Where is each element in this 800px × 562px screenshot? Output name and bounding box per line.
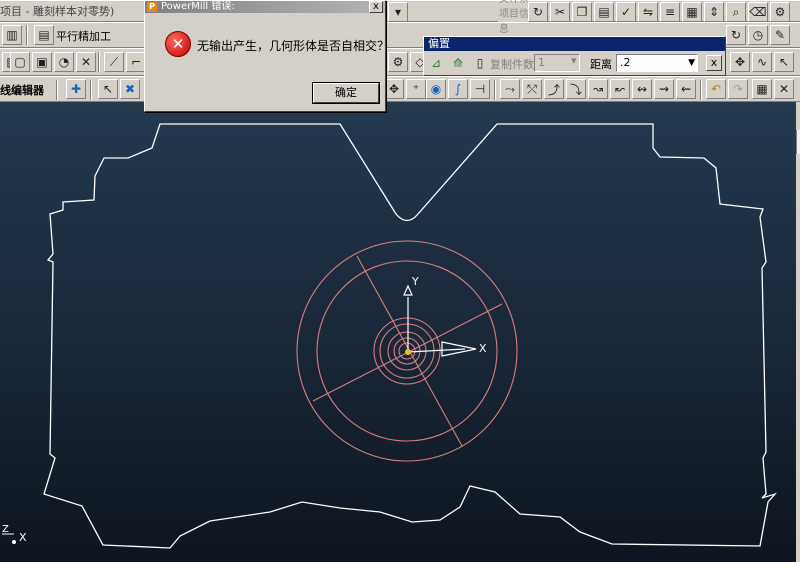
undo-icon[interactable]: ↶ bbox=[706, 79, 726, 99]
pan-icon[interactable]: ✥ bbox=[730, 52, 750, 72]
distance-field[interactable]: .2 ▼ bbox=[616, 54, 698, 72]
edit-h-icon[interactable]: ⇝ bbox=[654, 79, 674, 99]
viewport-scrollbar[interactable] bbox=[796, 102, 800, 562]
curve-icon[interactable]: ∫ bbox=[448, 79, 468, 99]
clock-icon[interactable]: ◷ bbox=[748, 25, 768, 45]
chevron-down-icon[interactable]: ▾ bbox=[388, 2, 408, 22]
separator bbox=[26, 25, 28, 45]
corner-icon[interactable]: ⌐ bbox=[126, 52, 146, 72]
window-title-fragment: 项目 - 雕刻样本对零势) bbox=[0, 5, 115, 18]
error-icon: ✕ bbox=[165, 31, 191, 57]
x-axis-line bbox=[407, 348, 466, 353]
edit-a-icon[interactable]: ⤳ bbox=[500, 79, 520, 99]
distance-label: 距离 bbox=[590, 58, 612, 71]
calculator-icon[interactable]: ▦ bbox=[752, 79, 772, 99]
boundary-icon[interactable]: ▢ bbox=[10, 52, 30, 72]
edit-f-icon[interactable]: ↜ bbox=[610, 79, 630, 99]
y-axis-label: Y bbox=[411, 275, 419, 288]
offset-tool-b-icon[interactable]: ⟰ bbox=[448, 53, 468, 73]
dialog-close-button[interactable]: x bbox=[369, 1, 383, 13]
cursor-icon[interactable]: ↖ bbox=[774, 52, 794, 72]
select-arrow-icon[interactable]: ↖ bbox=[98, 79, 118, 99]
edit-d-icon[interactable]: ⤵ bbox=[566, 79, 586, 99]
separator bbox=[56, 80, 58, 100]
refresh-icon[interactable]: ↻ bbox=[528, 2, 548, 22]
circle-icon[interactable]: ◉ bbox=[426, 79, 446, 99]
strategy-icon[interactable]: ▤ bbox=[34, 25, 54, 45]
offset-toolbar-row: ⊿ ⟰ ▯ 复制件数 1 ▾ 距离 .2 ▼ x bbox=[424, 51, 725, 75]
trim-icon[interactable]: ⊣ bbox=[470, 79, 490, 99]
y-axis-arrow bbox=[403, 284, 413, 296]
offset-toolbar-title: 偏置 bbox=[424, 37, 725, 51]
paste-icon[interactable]: ▤ bbox=[594, 2, 614, 22]
refresh-icon[interactable]: ↻ bbox=[726, 25, 746, 45]
scrollbar-thumb[interactable] bbox=[796, 130, 800, 154]
offset-toolbar: 偏置 ⊿ ⟰ ▯ 复制件数 1 ▾ 距离 .2 ▼ x bbox=[423, 36, 726, 76]
wave-icon[interactable]: ∿ bbox=[752, 52, 772, 72]
origin-marker bbox=[405, 349, 411, 355]
edit-g-icon[interactable]: ↭ bbox=[632, 79, 652, 99]
powermill-app-icon: P bbox=[147, 2, 157, 12]
curve-editor-label: 线编辑器 bbox=[0, 84, 44, 97]
zoom-icon[interactable]: ⌕ bbox=[726, 2, 746, 22]
corner-axis-dot bbox=[12, 540, 16, 544]
close-button[interactable]: x bbox=[706, 55, 722, 71]
separator bbox=[700, 80, 702, 100]
chevron-down-icon[interactable]: ▼ bbox=[688, 55, 695, 71]
pattern-icon[interactable]: ▣ bbox=[32, 52, 52, 72]
copy-icon[interactable]: ❐ bbox=[572, 2, 592, 22]
separator bbox=[90, 80, 92, 100]
toolbar-row-4: 线编辑器 ✚ ↖ ✖ ✥ ⁺ ◉ ∫ ⊣ ⤳ ⤲ ⤴ ⤵ ↝ ↜ ↭ ⇝ ⇜ ↶… bbox=[0, 76, 800, 102]
geometry-canvas[interactable]: Y X Z X bbox=[0, 102, 800, 562]
point-icon[interactable]: ⁺ bbox=[406, 79, 426, 99]
toolpath-icon[interactable]: ◔ bbox=[54, 52, 74, 72]
brush-icon[interactable]: ✎ bbox=[770, 25, 790, 45]
document-icon[interactable]: ▯ bbox=[470, 53, 490, 73]
edit-c-icon[interactable]: ⤴ bbox=[544, 79, 564, 99]
edit-i-icon[interactable]: ⇜ bbox=[676, 79, 696, 99]
copies-label: 复制件数 bbox=[490, 58, 534, 71]
calendar-icon[interactable]: ▥ bbox=[2, 25, 22, 45]
dialog-title-bar: P PowerMill 错误: x bbox=[145, 1, 385, 13]
error-message: 无输出产生，几何形体是否自相交？ bbox=[197, 39, 390, 53]
layers-icon[interactable]: ≡ bbox=[660, 2, 680, 22]
add-point-icon[interactable]: ✚ bbox=[66, 79, 86, 99]
separator bbox=[494, 80, 496, 100]
separator bbox=[98, 52, 100, 72]
corner-axis-x-label: X bbox=[19, 531, 27, 544]
eraser-icon[interactable]: ⌫ bbox=[748, 2, 768, 22]
move-icon[interactable]: ✥ bbox=[384, 79, 404, 99]
edit-e-icon[interactable]: ↝ bbox=[588, 79, 608, 99]
toolbar-row-1: 项目 - 雕刻样本对零势) ▾ 文件系 项目信息 ↻ ✂ ❐ ▤ ✓ ⇋ ≡ ▦… bbox=[0, 0, 800, 35]
offset-tool-a-icon[interactable]: ⊿ bbox=[426, 53, 446, 73]
redo-icon[interactable]: ↷ bbox=[728, 79, 748, 99]
mirror-icon[interactable]: ⇋ bbox=[638, 2, 658, 22]
settings-icon[interactable]: ⚙ bbox=[770, 2, 790, 22]
arrows-icon[interactable]: ⇕ bbox=[704, 2, 724, 22]
copies-value: 1 bbox=[538, 56, 545, 69]
chevron-down-icon[interactable]: ▾ bbox=[571, 54, 577, 67]
part-outline bbox=[43, 123, 777, 549]
ok-button[interactable]: 确定 bbox=[312, 82, 380, 104]
check-icon[interactable]: ✓ bbox=[616, 2, 636, 22]
dialog-title: PowerMill 错误: bbox=[161, 1, 235, 12]
close-editor-icon[interactable]: ✕ bbox=[774, 79, 794, 99]
strategy-label: 平行精加工 bbox=[56, 30, 111, 43]
3d-viewport[interactable]: Y X Z X bbox=[0, 102, 800, 562]
grid-icon[interactable]: ▦ bbox=[682, 2, 702, 22]
gear-icon[interactable]: ⚙ bbox=[388, 52, 408, 72]
corner-axis-z-label: Z bbox=[2, 524, 9, 535]
delete-icon[interactable]: ✖ bbox=[120, 79, 140, 99]
slash-icon[interactable]: ⟋ bbox=[104, 52, 124, 72]
edit-b-icon[interactable]: ⤲ bbox=[522, 79, 542, 99]
cut-icon[interactable]: ✂ bbox=[550, 2, 570, 22]
distance-value: .2 bbox=[620, 56, 631, 69]
tool-icon[interactable]: ✕ bbox=[76, 52, 96, 72]
error-dialog: P PowerMill 错误: x ✕ 无输出产生，几何形体是否自相交？ 确定 bbox=[144, 0, 390, 112]
x-axis-label: X bbox=[479, 342, 487, 355]
